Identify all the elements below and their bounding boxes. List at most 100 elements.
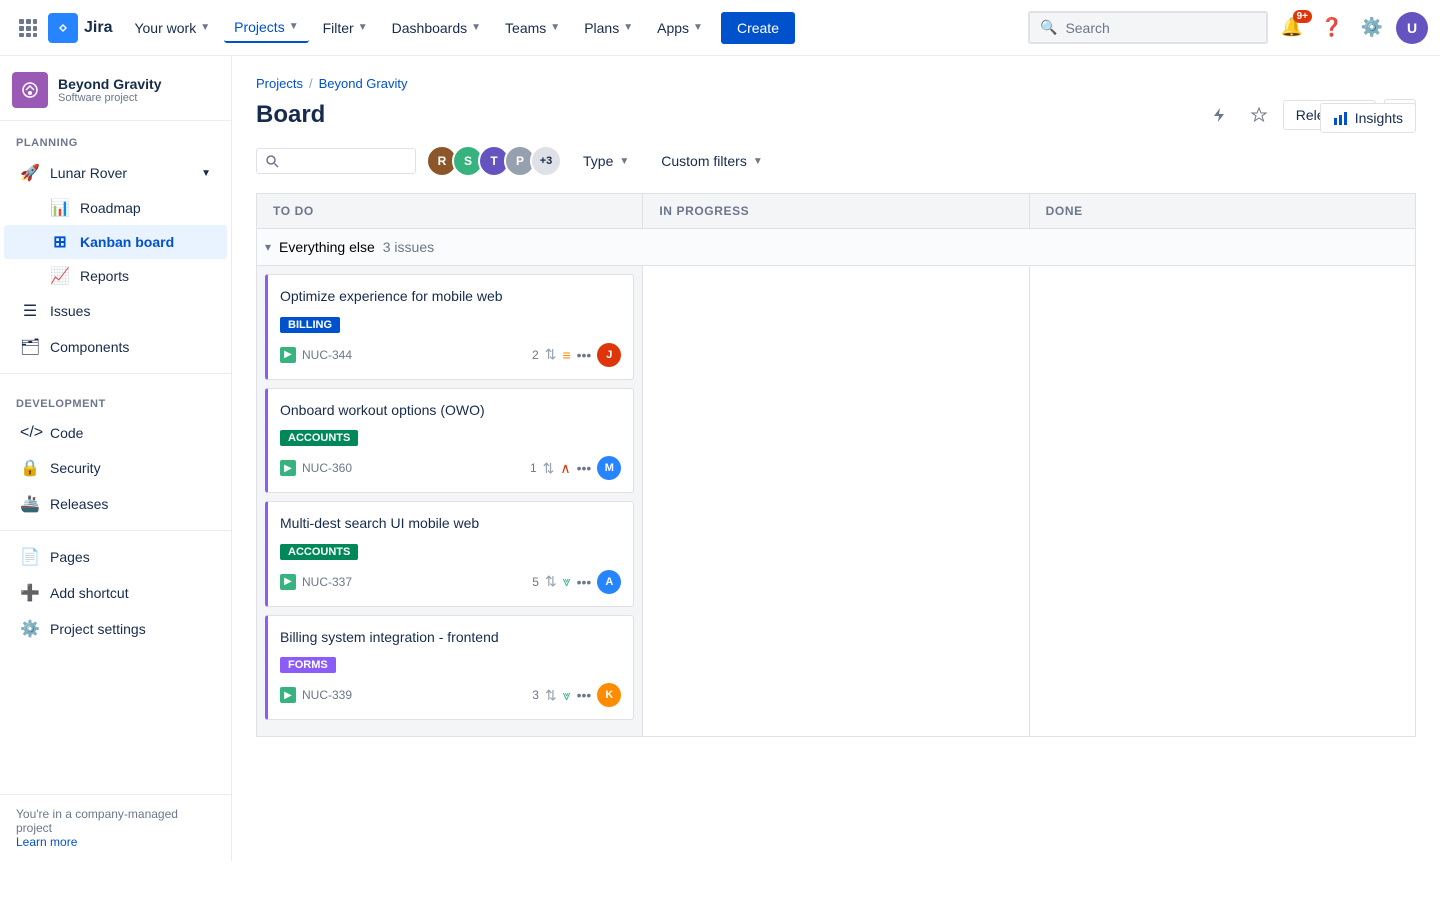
more-icon[interactable]: ••• [577, 347, 592, 363]
star-button[interactable] [1243, 99, 1275, 131]
sidebar-item-releases-label: Releases [50, 496, 108, 512]
sidebar-item-components[interactable]: 🗂 Components [4, 329, 227, 365]
sort-icon: ⇅ [545, 687, 557, 704]
releases-icon: 🚢 [20, 494, 40, 514]
board: TO DO IN PROGRESS DONE ▾ Everything else… [256, 193, 1416, 737]
sidebar-item-kanban-label: Kanban board [80, 234, 174, 250]
development-section-label: DEVELOPMENT [0, 382, 231, 416]
apps-grid-icon[interactable] [12, 12, 44, 44]
sidebar-item-code-label: Code [50, 425, 83, 441]
column-done [1029, 266, 1416, 737]
rocket-icon: 🚀 [20, 163, 40, 183]
type-filter-button[interactable]: Type ▼ [572, 146, 640, 176]
board-search[interactable] [256, 148, 416, 174]
nav-teams[interactable]: Teams ▼ [495, 14, 570, 42]
column-header-done: DONE [1030, 193, 1416, 229]
sidebar-item-roadmap[interactable]: 📊 Roadmap [4, 191, 227, 225]
sidebar-item-pages-label: Pages [50, 549, 90, 565]
search-icon: 🔍 [1040, 19, 1057, 36]
card-nuc-344[interactable]: Optimize experience for mobile web BILLI… [265, 274, 634, 380]
user-avatar[interactable]: U [1396, 12, 1428, 44]
column-header-todo: TO DO [256, 193, 643, 229]
priority-icon-high: ∧ [560, 460, 570, 477]
settings-button[interactable]: ⚙️ [1356, 12, 1388, 44]
sidebar-item-releases[interactable]: 🚢 Releases [4, 486, 227, 522]
card-meta: 3 ⇅ ⩔ ••• K [532, 683, 621, 707]
issue-id: NUC-339 [302, 688, 352, 702]
create-button[interactable]: Create [721, 12, 795, 44]
chevron-down-icon: ▼ [289, 21, 299, 32]
breadcrumb: Projects / Beyond Gravity [256, 76, 1416, 91]
sidebar-item-security[interactable]: 🔒 Security [4, 450, 227, 486]
chevron-down-icon: ▼ [619, 156, 629, 167]
sidebar-divider-2 [0, 530, 231, 531]
jira-icon-badge [48, 13, 78, 43]
custom-filters-button[interactable]: Custom filters ▼ [650, 146, 773, 176]
card-footer: ▶ NUC-337 5 ⇅ ⩔ ••• A [280, 570, 621, 594]
type-filter-label: Type [583, 153, 613, 169]
sidebar-item-add-shortcut-label: Add shortcut [50, 585, 129, 601]
kanban-icon: ⊞ [50, 232, 70, 252]
card-label-accounts-2: ACCOUNTS [280, 544, 358, 560]
nav-apps[interactable]: Apps ▼ [647, 14, 713, 42]
jira-logo-text: Jira [84, 19, 112, 37]
learn-more-link[interactable]: Learn more [16, 835, 77, 849]
sidebar-item-kanban[interactable]: ⊞ Kanban board [4, 225, 227, 259]
insights-button[interactable]: Insights [1320, 103, 1416, 133]
card-nuc-360[interactable]: Onboard workout options (OWO) ACCOUNTS ▶… [265, 388, 634, 494]
story-icon: ▶ [280, 687, 296, 703]
chevron-down-icon: ▼ [358, 22, 368, 33]
sidebar-item-lunar-rover[interactable]: 🚀 Lunar Rover ▼ [4, 155, 227, 191]
notification-badge: 9+ [1293, 10, 1312, 23]
more-icon[interactable]: ••• [577, 460, 592, 476]
jira-logo[interactable]: Jira [48, 13, 112, 43]
assignee-avatar: J [597, 343, 621, 367]
chevron-down-icon: ▼ [201, 168, 211, 179]
nav-your-work[interactable]: Your work ▼ [124, 14, 220, 42]
search-box[interactable]: 🔍 Search [1028, 11, 1268, 44]
card-nuc-339[interactable]: Billing system integration - frontend FO… [265, 615, 634, 721]
sidebar: Beyond Gravity Software project PLANNING… [0, 56, 232, 861]
story-icon: ▶ [280, 347, 296, 363]
chevron-down-icon: ▼ [623, 22, 633, 33]
sidebar-item-project-settings[interactable]: ⚙️ Project settings [4, 611, 227, 647]
nav-projects[interactable]: Projects ▼ [224, 13, 308, 43]
avatar-filter-more[interactable]: +3 [530, 145, 562, 177]
sidebar-item-code[interactable]: </> Code [4, 416, 227, 450]
card-footer: ▶ NUC-339 3 ⇅ ⩔ ••• K [280, 683, 621, 707]
project-info[interactable]: Beyond Gravity Software project [0, 56, 231, 121]
card-meta: 2 ⇅ ≡ ••• J [532, 343, 621, 367]
sidebar-item-roadmap-label: Roadmap [80, 200, 141, 216]
card-footer: ▶ NUC-344 2 ⇅ ≡ ••• J [280, 343, 621, 367]
company-managed-text: You're in a company-managed project [16, 807, 215, 835]
sidebar-item-reports[interactable]: 📈 Reports [4, 259, 227, 293]
board-columns-row: Optimize experience for mobile web BILLI… [256, 266, 1416, 737]
group-name: Everything else [279, 239, 375, 255]
board-filters: R S T P +3 Type ▼ Custom filters ▼ [256, 145, 1416, 177]
sidebar-item-components-label: Components [50, 339, 129, 355]
sidebar-item-pages[interactable]: 📄 Pages [4, 539, 227, 575]
breadcrumb-project[interactable]: Beyond Gravity [319, 76, 408, 91]
chevron-down-icon: ▼ [471, 22, 481, 33]
code-icon: </> [20, 424, 40, 442]
group-toggle-icon[interactable]: ▾ [265, 240, 271, 254]
sidebar-item-add-shortcut[interactable]: ➕ Add shortcut [4, 575, 227, 611]
help-button[interactable]: ❓ [1316, 12, 1348, 44]
sidebar-item-issues[interactable]: ☰ Issues [4, 293, 227, 329]
card-nuc-337[interactable]: Multi-dest search UI mobile web ACCOUNTS… [265, 501, 634, 607]
topnav-right-section: 🔍 Search 🔔 9+ ❓ ⚙️ U [1028, 11, 1428, 44]
notifications-button[interactable]: 🔔 9+ [1276, 12, 1308, 44]
story-icon: ▶ [280, 460, 296, 476]
sidebar-item-issues-label: Issues [50, 303, 90, 319]
more-icon[interactable]: ••• [577, 687, 592, 703]
avatar-filters: R S T P +3 [426, 145, 562, 177]
nav-plans[interactable]: Plans ▼ [574, 14, 643, 42]
breadcrumb-separator: / [309, 76, 313, 91]
nav-filter[interactable]: Filter ▼ [313, 14, 378, 42]
more-icon[interactable]: ••• [577, 574, 592, 590]
lightning-button[interactable] [1203, 99, 1235, 131]
priority-icon-low: ⩔ [563, 687, 571, 704]
breadcrumb-projects[interactable]: Projects [256, 76, 303, 91]
card-title: Multi-dest search UI mobile web [280, 514, 621, 534]
nav-dashboards[interactable]: Dashboards ▼ [382, 14, 491, 42]
